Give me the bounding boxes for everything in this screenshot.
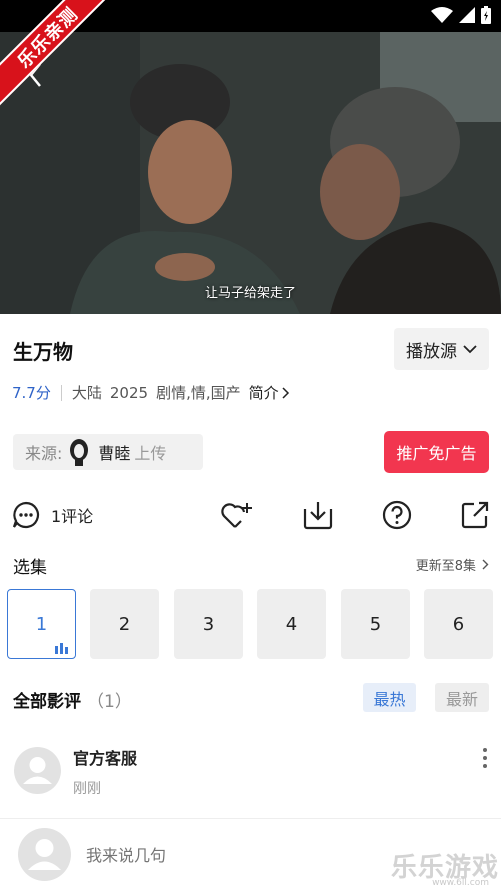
play-source-label: 播放源 (406, 341, 457, 362)
divider (60, 384, 62, 401)
comment-button[interactable]: 1评论 (11, 494, 93, 536)
episode-list: 1 2 3 4 5 6 (7, 589, 501, 659)
chevron-down-icon (463, 345, 477, 354)
wifi-icon (431, 7, 453, 23)
status-icons (431, 6, 491, 24)
play-source-button[interactable]: 播放源 (394, 328, 489, 370)
intro-label: 简介 (248, 384, 279, 402)
episode-label: 5 (369, 613, 382, 635)
episodes-update-link[interactable]: 更新至8集 (416, 555, 489, 574)
avatar (14, 747, 61, 794)
review-item: 官方客服 刚刚 (0, 732, 501, 812)
uploader-name: 曹睦 (98, 444, 131, 463)
heart-plus-icon (221, 503, 252, 528)
genres: 剧情,情,国产 (156, 384, 241, 402)
signal-icon (459, 7, 475, 23)
reviews-title-label: 全部影评 (13, 692, 81, 712)
playing-bars-icon (55, 643, 68, 654)
video-subtitle: 让马子给架走了 (204, 286, 296, 301)
year: 2025 (109, 383, 149, 402)
video-frame (0, 32, 501, 314)
tab-newest[interactable]: 最新 (435, 683, 489, 712)
uploader-avatar (70, 439, 89, 466)
share-button[interactable] (460, 494, 490, 536)
review-time: 刚刚 (73, 781, 101, 797)
episode-button-6[interactable]: 6 (424, 589, 493, 659)
episode-button-1[interactable]: 1 (7, 589, 76, 659)
help-icon (382, 500, 412, 530)
download-icon (303, 502, 333, 530)
video-player[interactable]: 让马子给架走了 (0, 32, 501, 314)
region: 大陆 (71, 384, 102, 402)
favorite-button[interactable] (220, 494, 254, 536)
episode-label: 1 (35, 613, 48, 635)
movie-meta: 7.7分 大陆 2025 剧情,情,国产 简介 (12, 382, 290, 403)
reviews-title: 全部影评 （1） (13, 687, 132, 712)
episode-label: 6 (452, 613, 465, 635)
user-avatar (18, 828, 71, 881)
battery-icon (481, 6, 491, 24)
action-row: 1评论 (0, 494, 501, 536)
uploader-label: 来源: (25, 444, 63, 463)
rating: 7.7分 (12, 384, 51, 402)
episode-button-3[interactable]: 3 (174, 589, 243, 659)
episode-button-2[interactable]: 2 (90, 589, 159, 659)
help-button[interactable] (381, 494, 413, 536)
chevron-right-icon (482, 559, 489, 570)
reviews-count: （1） (87, 692, 132, 712)
comment-composer: 乐乐游戏 www.6ll.com (0, 818, 501, 890)
download-button[interactable] (302, 494, 334, 536)
promo-ad-free-button[interactable]: 推广免广告 (384, 431, 489, 473)
comment-icon (12, 501, 40, 529)
comment-count: 1评论 (51, 507, 94, 526)
episode-button-5[interactable]: 5 (341, 589, 410, 659)
watermark-url: www.6ll.com (432, 878, 489, 888)
uploader-info: 来源: 曹睦 上传 (13, 434, 203, 470)
episode-button-4[interactable]: 4 (257, 589, 326, 659)
uploader-suffix: 上传 (134, 444, 167, 463)
share-icon (461, 501, 489, 529)
intro-link[interactable]: 简介 (249, 382, 290, 403)
movie-title: 生万物 (13, 340, 73, 364)
episode-label: 2 (118, 613, 131, 635)
tab-hottest[interactable]: 最热 (363, 683, 416, 712)
more-vertical-icon[interactable] (478, 746, 492, 770)
episodes-update-label: 更新至8集 (415, 559, 476, 574)
episode-label: 3 (202, 613, 215, 635)
comment-input[interactable] (86, 841, 386, 869)
review-author[interactable]: 官方客服 (73, 745, 137, 769)
chevron-right-icon (282, 386, 289, 399)
episodes-title: 选集 (13, 558, 47, 578)
episode-label: 4 (285, 613, 298, 635)
